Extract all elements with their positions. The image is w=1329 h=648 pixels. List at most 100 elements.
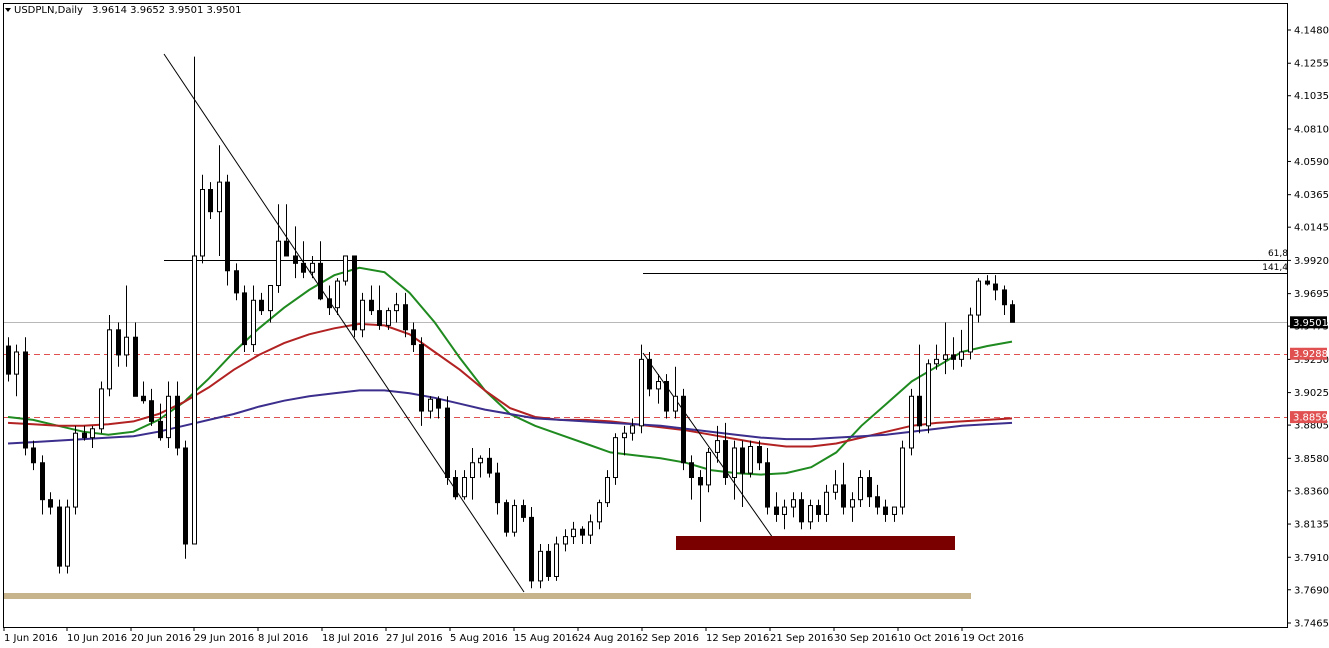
- candle-body-bull: [976, 280, 981, 316]
- candle-body-bear: [453, 477, 458, 498]
- candle-body-bear: [816, 505, 821, 515]
- candle-body-bear: [917, 395, 922, 427]
- candle-body-bull: [386, 310, 391, 326]
- candle-body-bear: [774, 506, 779, 515]
- bottom-support-band: [4, 593, 971, 599]
- candle-body-bear: [48, 499, 53, 508]
- candle-body-bull: [715, 440, 720, 453]
- candle-body-bull: [538, 550, 543, 582]
- candle-body-bear: [1010, 304, 1015, 323]
- candle-body-bear: [664, 381, 669, 412]
- candle-body-bull: [394, 304, 399, 312]
- candle-body-bull: [892, 506, 897, 515]
- candle-body-bull: [90, 428, 95, 439]
- current-price-tag: 3.9501: [1290, 316, 1328, 329]
- candle-body-bear: [504, 502, 509, 533]
- candle-body-bull: [656, 381, 661, 390]
- candle-body-bear: [546, 550, 551, 577]
- candle-body-bull: [73, 432, 78, 508]
- candle-body-bear: [875, 496, 880, 508]
- candle-body-bear: [369, 299, 374, 312]
- x-tick-label: 12 Sep 2016: [706, 633, 769, 644]
- candle-body-bull: [850, 499, 855, 508]
- level-lower-tag-text: 3.8859: [1293, 413, 1328, 424]
- candle-body-bear: [23, 351, 28, 449]
- candle-body-bear: [82, 432, 87, 439]
- candle-body-bull: [791, 499, 796, 508]
- candle-body-bear: [411, 329, 416, 346]
- x-tick-label: 21 Sep 2016: [770, 633, 833, 644]
- x-tick-label: 30 Sep 2016: [834, 633, 897, 644]
- candle-body-bear: [487, 457, 492, 474]
- candle-body-bull: [107, 329, 112, 390]
- candle-body-bear: [183, 447, 188, 545]
- candle-body-bear: [1002, 289, 1007, 306]
- y-tick-label: 4.0810: [1294, 124, 1329, 135]
- candle-body-bear: [284, 240, 289, 257]
- current-price-tag-text: 3.9501: [1293, 318, 1328, 329]
- candle-body-bear: [740, 447, 745, 474]
- x-tick-label: 8 Jul 2016: [258, 633, 308, 644]
- chart-header: USDPLN,Daily 3.9614 3.9652 3.9501 3.9501: [5, 5, 242, 16]
- candle-body-bull: [926, 363, 931, 427]
- candle-body-bear: [318, 262, 323, 300]
- candle-body-bull: [99, 388, 104, 430]
- candle-body-bear: [175, 395, 180, 449]
- candle-body-bear: [158, 420, 163, 439]
- candle-body-bull: [276, 240, 281, 287]
- candle-body-bull: [630, 425, 635, 434]
- symbol-label: USDPLN,Daily: [14, 5, 83, 16]
- candle-body-bear: [242, 292, 247, 346]
- chart-canvas[interactable]: 4.1480 4.1255 4.1035 4.0810 4.0590 4.0365 4.01…: [0, 0, 1329, 648]
- candle-body-bull: [268, 285, 273, 312]
- candle-body-bull: [673, 395, 678, 412]
- level-upper-tag: 3.9288: [1290, 347, 1328, 360]
- candle-body-bear: [259, 299, 264, 312]
- candle-body-bear: [681, 395, 686, 464]
- x-tick-label: 27 Jul 2016: [386, 633, 443, 644]
- candle-body-bear: [689, 462, 694, 479]
- candle-body-bear: [419, 344, 424, 412]
- candle-body-bull: [605, 477, 610, 504]
- candle-body-bull: [124, 336, 129, 356]
- y-tick-label: 4.0590: [1294, 157, 1329, 168]
- candle-body-bull: [470, 462, 475, 479]
- level-upper-tag-text: 3.9288: [1293, 349, 1328, 360]
- y-tick-label: 4.1255: [1294, 59, 1329, 70]
- candle-body-bull: [639, 358, 644, 427]
- candle-body-bull: [909, 395, 914, 449]
- candle-body-bear: [757, 446, 762, 464]
- candle-body-bear: [580, 528, 585, 536]
- y-tick-label: 4.1480: [1294, 26, 1329, 37]
- y-tick-label: 3.9025: [1294, 388, 1329, 399]
- y-tick-label: 3.9695: [1294, 289, 1329, 300]
- candle-body-bull: [360, 299, 365, 331]
- candle-body-bull: [597, 502, 602, 523]
- candle-body-bull: [900, 447, 905, 508]
- candle-body-bull: [462, 477, 467, 498]
- candle-body-bull: [706, 451, 711, 486]
- candle-body-bull: [934, 358, 939, 365]
- x-tick-label: 5 Aug 2016: [450, 633, 508, 644]
- candle-body-bull: [166, 395, 171, 439]
- candle-body-bear: [149, 400, 154, 422]
- y-tick-label: 3.7910: [1294, 553, 1329, 564]
- candle-body-bull: [251, 299, 256, 346]
- candle-body-bull: [959, 351, 964, 360]
- candle-body-bull: [782, 506, 787, 515]
- candle-body-bear: [57, 506, 62, 567]
- candle-body-bear: [327, 298, 332, 309]
- candle-body-bull: [343, 255, 348, 282]
- x-tick-label: 18 Jul 2016: [322, 633, 379, 644]
- ohlc-readout: 3.9614 3.9652 3.9501 3.9501: [92, 5, 242, 16]
- support-zone-box: [676, 536, 955, 550]
- candle-body-bull: [732, 447, 737, 479]
- candle-body-bear: [293, 255, 298, 264]
- candle-body-bear: [116, 329, 121, 356]
- candle-body-bull: [310, 262, 315, 273]
- candle-body-bull: [192, 255, 197, 545]
- y-tick-label: 3.9920: [1294, 256, 1329, 267]
- x-tick-label: 15 Aug 2016: [514, 633, 578, 644]
- x-tick-label: 24 Aug 2016: [578, 633, 642, 644]
- x-tick-label: 10 Oct 2016: [898, 633, 960, 644]
